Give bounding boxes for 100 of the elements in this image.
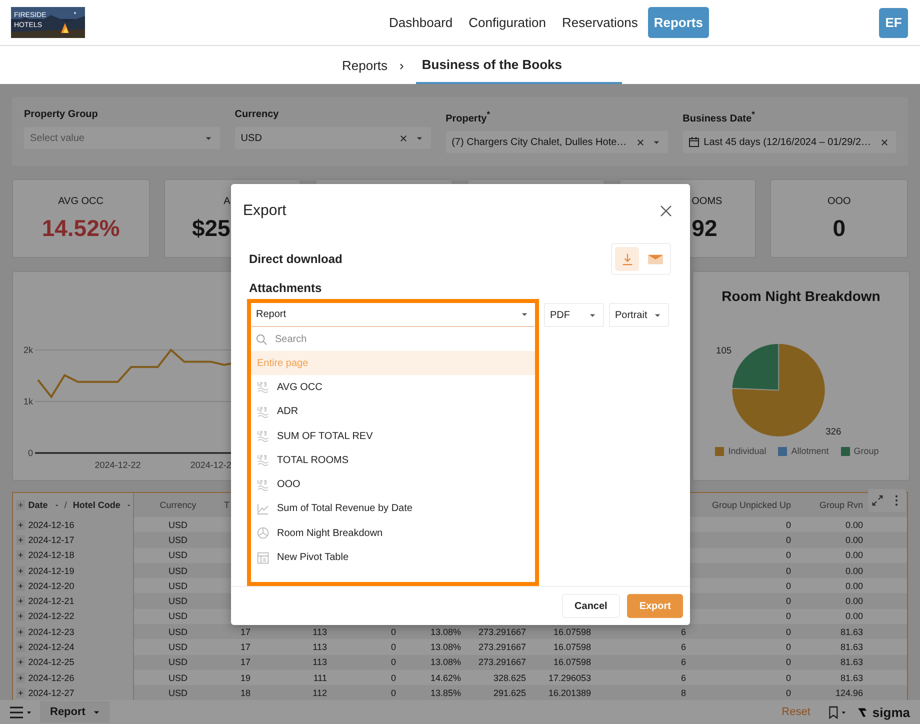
breadcrumb-current[interactable]: Business of the Books: [416, 46, 622, 84]
column-header[interactable]: Group Unpicked Up: [688, 500, 793, 510]
filter-select[interactable]: USD: [234, 127, 431, 149]
table-cell-text: 17: [239, 642, 252, 652]
table-cell-text: 17.296053: [547, 672, 592, 683]
table-cell-text: USD: [167, 611, 188, 622]
table-cell: 2024-12-22: [28, 611, 74, 622]
column-header[interactable]: Currency: [134, 500, 222, 510]
dropdown-option[interactable]: Sum of Total Revenue by Date: [251, 496, 535, 522]
expand-button[interactable]: +: [16, 500, 26, 510]
expand-icon[interactable]: [871, 494, 884, 507]
expand-button[interactable]: +: [16, 688, 26, 698]
table-cell-text: 14.62%: [429, 672, 462, 683]
table-cell-text: 0.00: [844, 566, 864, 576]
dropdown-option[interactable]: New Pivot Table: [251, 545, 535, 570]
clear-icon[interactable]: [881, 138, 888, 146]
table-cell-text: 0.00: [844, 580, 864, 591]
dropdown-option[interactable]: OOO: [251, 472, 535, 497]
menu-icon[interactable]: [10, 706, 32, 718]
dropdown-option[interactable]: AVG OCC: [251, 375, 535, 400]
legend-label: Individual: [728, 446, 766, 456]
cancel-button[interactable]: Cancel: [562, 594, 620, 618]
table-cell: 2024-12-16: [28, 520, 74, 530]
orientation-select[interactable]: Portrait: [609, 303, 669, 327]
kpi-value: 14.52%: [42, 215, 120, 242]
nav-tab[interactable]: Reservations: [556, 7, 644, 38]
kpi-label: OOO: [827, 196, 851, 207]
expand-button[interactable]: +: [16, 657, 26, 668]
clear-icon[interactable]: [636, 138, 644, 146]
dropdown-option[interactable]: Room Night Breakdown: [251, 521, 535, 546]
column-header[interactable]: Group Rvn: [793, 500, 865, 510]
table-cell-text: 0: [784, 688, 792, 698]
axis-tick-label: 0: [28, 448, 33, 458]
caret-icon: [654, 312, 661, 318]
filter-select[interactable]: Last 45 days (12/16/2024 – 01/29/2…: [682, 131, 896, 154]
format-select[interactable]: PDF: [544, 303, 604, 327]
table-cell-text: 0: [784, 626, 792, 637]
table-cell-text: 0.00: [844, 520, 864, 530]
nav-tab[interactable]: Reports: [648, 7, 709, 38]
table-cell-text: 273.291667: [477, 642, 527, 652]
table-cell-text: USD: [167, 626, 188, 637]
table-icon: [257, 552, 269, 564]
dropdown-option[interactable]: SUM OF TOTAL REV: [251, 424, 535, 448]
table-cell-text: 113: [312, 657, 328, 668]
table-cell-text: 13.08%: [429, 642, 462, 652]
filter-select[interactable]: (7) Chargers City Chalet, Dulles Hote…: [446, 131, 668, 154]
table-cell-text: 19: [239, 672, 252, 683]
table-cell-text: 8: [680, 688, 687, 698]
line-chart-icon: [257, 502, 269, 515]
expand-button[interactable]: +: [16, 672, 26, 683]
table-cell-text: 0: [390, 642, 397, 652]
table-cell-text: 0: [390, 672, 397, 683]
dialog-title: Export: [243, 202, 286, 219]
table-cell-text: 0: [784, 642, 792, 652]
expand-button[interactable]: +: [16, 626, 26, 637]
dropdown-option[interactable]: TOTAL ROOMS: [251, 448, 535, 472]
clear-icon[interactable]: [400, 134, 407, 142]
nav-tab[interactable]: Dashboard: [383, 7, 459, 38]
legend-swatch: [778, 446, 788, 456]
table-cell-text: 124.96: [834, 688, 864, 698]
filter-label: Currency: [234, 109, 280, 120]
breadcrumb-link[interactable]: Reports: [342, 58, 388, 72]
table-cell-text: 328.625: [492, 672, 527, 683]
table-cell-text: 0: [784, 657, 792, 668]
close-icon[interactable]: [660, 204, 672, 216]
table-cell-text: 0: [784, 566, 792, 576]
envelope-icon: [648, 252, 662, 266]
table-cell-text: USD: [167, 642, 188, 652]
section-label: Attachments: [248, 280, 323, 295]
kpi-label: AVG OCC: [58, 196, 104, 207]
expand-button[interactable]: +: [16, 550, 26, 560]
expand-button[interactable]: +: [16, 520, 26, 530]
axis-tick-label: 2024-12-2: [190, 460, 232, 470]
table-cell-text: 0: [390, 626, 397, 637]
brand-name: sigma: [872, 704, 910, 720]
expand-button[interactable]: +: [16, 566, 26, 576]
search-icon: [256, 334, 267, 344]
expand-button[interactable]: +: [16, 596, 26, 606]
axis-tick-label: 1k: [23, 396, 33, 406]
expand-button[interactable]: +: [16, 611, 26, 622]
pie-chart-icon: [257, 527, 269, 540]
expand-button[interactable]: +: [16, 534, 26, 545]
table-cell-text: 113: [312, 642, 328, 652]
column-header[interactable]: Hotel Code: [72, 500, 120, 510]
number-chart-icon: [257, 478, 269, 491]
legend-swatch: [715, 446, 724, 456]
user-avatar[interactable]: EF: [879, 8, 908, 38]
attachment-select[interactable]: Report: [251, 303, 535, 327]
nav-tab[interactable]: Configuration: [462, 7, 552, 38]
table-cell-text: 0.00: [844, 534, 864, 545]
legend-label: Allotment: [791, 446, 829, 456]
data-label: 105: [716, 345, 732, 356]
table-cell: 2024-12-24: [28, 642, 74, 652]
dropdown-option[interactable]: ADR: [251, 400, 535, 424]
caret-icon: [521, 312, 528, 317]
expand-button[interactable]: +: [16, 580, 26, 591]
page-tab[interactable]: Report: [40, 701, 110, 723]
expand-button[interactable]: +: [16, 642, 26, 652]
column-header[interactable]: Date: [28, 500, 48, 510]
filter-select[interactable]: Select value: [24, 127, 220, 149]
